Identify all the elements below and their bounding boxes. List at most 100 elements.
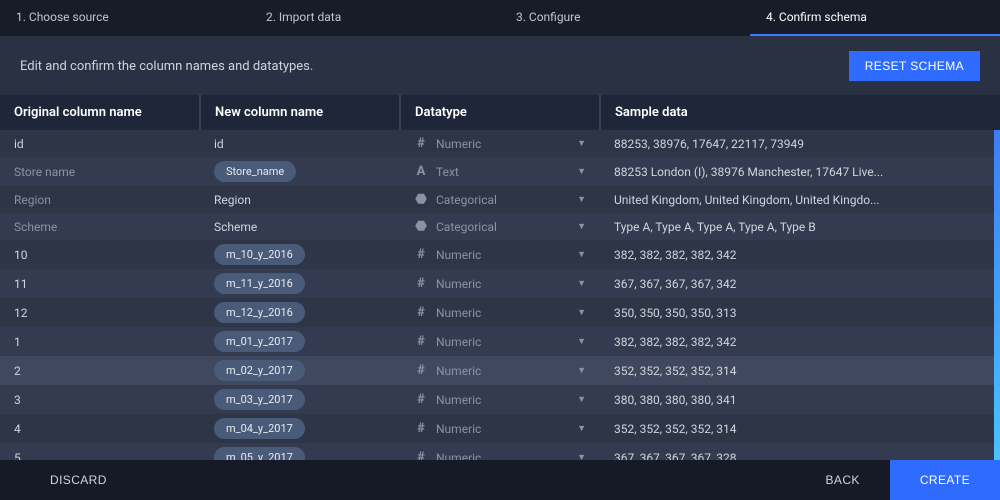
datatype-label: Numeric	[436, 422, 481, 436]
sample-data-cell: 352, 352, 352, 352, 314	[600, 356, 1000, 385]
new-column-cell[interactable]: m_11_y_2016	[200, 269, 400, 298]
datatype-cell[interactable]: ⬣Categorical▼	[400, 186, 600, 213]
column-name-chip[interactable]: m_03_y_2017	[214, 389, 305, 410]
column-name-chip[interactable]: m_05_y_2017	[214, 447, 305, 460]
new-column-cell[interactable]: m_01_y_2017	[200, 327, 400, 356]
text-icon: A	[414, 164, 428, 179]
new-column-cell[interactable]: Store_name	[200, 157, 400, 186]
create-button[interactable]: CREATE	[890, 460, 1000, 500]
datatype-cell[interactable]: AText▼	[400, 157, 600, 186]
table-row[interactable]: 10 m_10_y_2016 # Numeric ▼ 382, 382, 382, 382…	[0, 240, 1000, 269]
chevron-down-icon: ▼	[577, 336, 586, 347]
numeric-icon: #	[414, 334, 428, 349]
column-name-chip[interactable]: m_10_y_2016	[214, 244, 305, 265]
table-row[interactable]: RegionRegion⬣Categorical▼United Kingdom,…	[0, 186, 1000, 213]
new-column-cell[interactable]: m_12_y_2016	[200, 298, 400, 327]
datatype-cell[interactable]: # Numeric ▼	[400, 327, 600, 356]
header-datatype[interactable]: Datatype	[400, 95, 600, 130]
footer: DISCARD BACK CREATE	[0, 460, 1000, 500]
datatype-cell[interactable]: #Numeric▼	[400, 414, 600, 443]
column-name-chip[interactable]: Store_name	[214, 161, 296, 182]
wizard-step-2[interactable]: 2. Import data	[250, 0, 500, 36]
new-column-cell[interactable]: id	[200, 130, 400, 157]
toolbar-description: Edit and confirm the column names and da…	[20, 59, 313, 74]
datatype-cell[interactable]: #Numeric▼	[400, 130, 600, 157]
datatype-cell[interactable]: # Numeric ▼	[400, 443, 600, 460]
chevron-down-icon: ▼	[577, 249, 586, 260]
sample-data-cell: United Kingdom, United Kingdom, United K…	[600, 186, 1000, 213]
table-row[interactable]: 2m_02_y_2017#Numeric▼352, 352, 352, 352,…	[0, 356, 1000, 385]
sample-data-cell: 352, 352, 352, 352, 314	[600, 414, 1000, 443]
column-name-chip[interactable]: m_04_y_2017	[214, 418, 305, 439]
datatype-cell[interactable]: #Numeric▼	[400, 385, 600, 414]
column-name-chip[interactable]: m_01_y_2017	[214, 331, 305, 352]
sample-data-cell: 382, 382, 382, 382, 342	[600, 240, 1000, 269]
table-row[interactable]: 5 m_05_y_2017 # Numeric ▼ 367, 367, 367, 367,…	[0, 443, 1000, 460]
datatype-label: Numeric	[436, 248, 481, 262]
table-row[interactable]: 11m_11_y_2016#Numeric▼367, 367, 367, 367…	[0, 269, 1000, 298]
reset-schema-button[interactable]: RESET SCHEMA	[849, 51, 980, 81]
original-column-cell: 12	[0, 298, 200, 327]
new-column-cell[interactable]: m_05_y_2017	[200, 443, 400, 460]
header-new[interactable]: New column name	[200, 95, 400, 130]
datatype-label: Numeric	[436, 277, 481, 291]
original-column-cell: id	[0, 130, 200, 157]
wizard-step-3[interactable]: 3. Configure	[500, 0, 750, 36]
table-row[interactable]: SchemeScheme⬣Categorical▼Type A, Type A,…	[0, 213, 1000, 240]
original-column-cell: Store name	[0, 157, 200, 186]
scrollbar[interactable]	[994, 130, 1000, 460]
sample-data-cell: 350, 350, 350, 350, 313	[600, 298, 1000, 327]
datatype-label: Numeric	[436, 335, 481, 349]
numeric-icon: #	[414, 450, 428, 460]
numeric-icon: #	[414, 247, 428, 262]
toolbar: Edit and confirm the column names and da…	[0, 37, 1000, 95]
column-name-chip[interactable]: m_12_y_2016	[214, 302, 305, 323]
chevron-down-icon: ▼	[577, 452, 586, 460]
table-row[interactable]: 3m_03_y_2017#Numeric▼380, 380, 380, 380,…	[0, 385, 1000, 414]
table-row[interactable]: idid#Numeric▼88253, 38976, 17647, 22117,…	[0, 130, 1000, 157]
table-row[interactable]: 4 m_04_y_2017 #Numeric▼352, 352, 352, 352,…	[0, 414, 1000, 443]
original-column-cell: 10	[0, 240, 200, 269]
discard-button[interactable]: DISCARD	[20, 460, 137, 500]
sample-data-cell: 88253 London (I), 38976 Manchester, 1764…	[600, 157, 1000, 186]
new-column-cell[interactable]: m_04_y_2017	[200, 414, 400, 443]
datatype-label: Text	[436, 165, 459, 179]
datatype-cell[interactable]: #Numeric▼	[400, 356, 600, 385]
wizard-steps: 1. Choose source2. Import data3. Configu…	[0, 0, 1000, 37]
datatype-cell[interactable]: ⬣ Categorical ▼	[400, 213, 600, 240]
sample-data-cell: 367, 367, 367, 367, 328	[600, 443, 1000, 460]
column-name-chip[interactable]: m_02_y_2017	[214, 360, 305, 381]
wizard-step-1[interactable]: 1. Choose source	[0, 0, 250, 36]
table-row[interactable]: 1m_01_y_2017#Numeric▼382, 382, 382, 382,…	[0, 327, 1000, 356]
original-column-cell: 3	[0, 385, 200, 414]
sample-data-cell: 367, 367, 367, 367, 342	[600, 269, 1000, 298]
numeric-icon: #	[414, 305, 428, 320]
back-button[interactable]: BACK	[796, 460, 890, 500]
chevron-down-icon: ▼	[577, 307, 586, 318]
datatype-label: Numeric	[436, 451, 481, 461]
original-column-cell: 4	[0, 414, 200, 443]
datatype-cell[interactable]: # Numeric ▼	[400, 240, 600, 269]
wizard-step-4[interactable]: 4. Confirm schema	[750, 0, 1000, 36]
header-sample[interactable]: Sample data	[600, 95, 1000, 130]
original-column-cell: Scheme	[0, 213, 200, 240]
datatype-label: Categorical	[436, 220, 497, 234]
datatype-cell[interactable]: #Numeric▼	[400, 269, 600, 298]
original-column-cell: 5	[0, 443, 200, 460]
new-column-cell[interactable]: m_02_y_2017	[200, 356, 400, 385]
table-row[interactable]: Store nameStore_nameAText▼88253 London (…	[0, 157, 1000, 186]
datatype-label: Numeric	[436, 393, 481, 407]
datatype-cell[interactable]: #Numeric▼	[400, 298, 600, 327]
header-original[interactable]: Original column name	[0, 95, 200, 130]
new-column-cell[interactable]: Scheme	[200, 213, 400, 240]
chevron-down-icon: ▼	[577, 221, 586, 232]
table-row[interactable]: 12 m_12_y_2016 #Numeric▼350, 350, 350, 350…	[0, 298, 1000, 327]
new-column-cell[interactable]: Region	[200, 186, 400, 213]
chevron-down-icon: ▼	[577, 365, 586, 376]
column-name-chip[interactable]: m_11_y_2016	[214, 273, 305, 294]
chevron-down-icon: ▼	[577, 394, 586, 405]
new-column-cell[interactable]: m_03_y_2017	[200, 385, 400, 414]
datatype-label: Numeric	[436, 137, 481, 151]
categorical-icon: ⬣	[414, 219, 428, 234]
new-column-cell[interactable]: m_10_y_2016	[200, 240, 400, 269]
